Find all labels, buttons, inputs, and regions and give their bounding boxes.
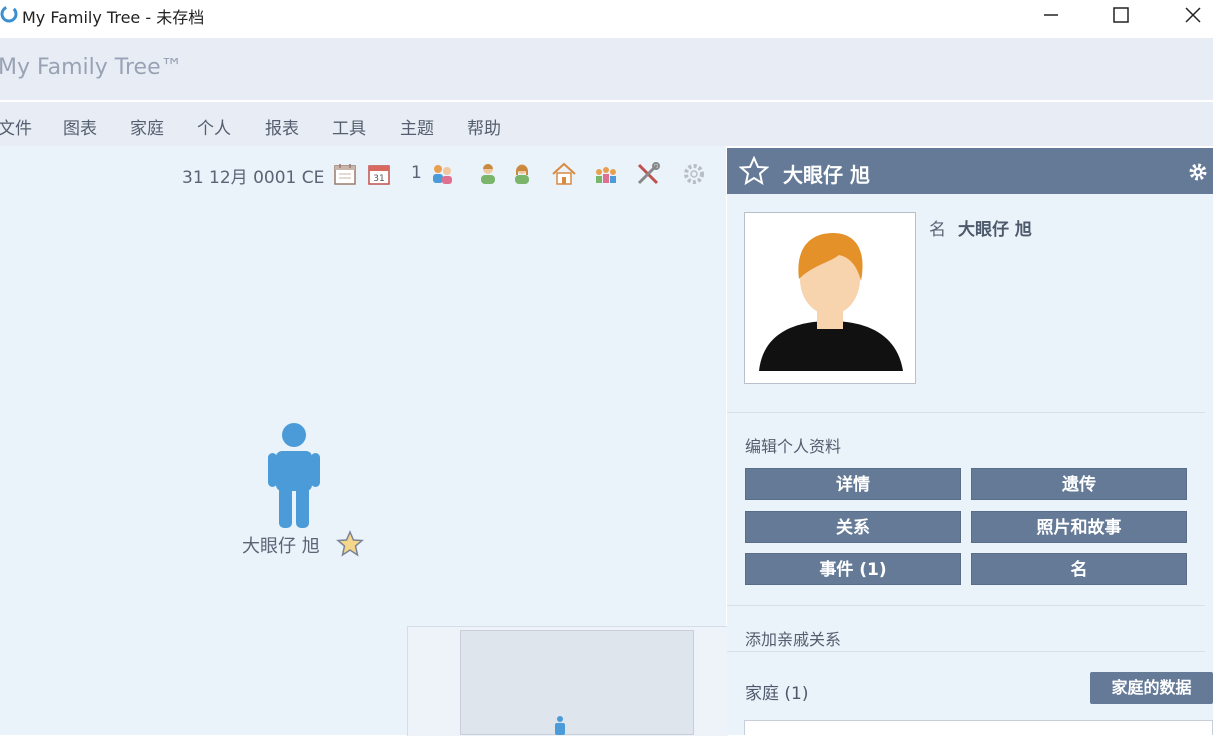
calendar-day-icon[interactable]: 31 [365,160,393,188]
menu-charts[interactable]: 图表 [63,114,97,139]
add-female-icon[interactable] [508,160,536,188]
menu-family[interactable]: 家庭 [130,114,164,139]
close-icon [1185,7,1201,23]
close-button[interactable] [1170,0,1213,30]
brand-bar: My Family Tree™ [0,38,1213,100]
edit-profile-title: 编辑个人资料 [745,437,842,456]
minimize-button[interactable] [1028,0,1074,30]
favorite-star-icon[interactable] [739,156,769,186]
name-field-value: 大眼仔 旭 [958,220,1032,240]
calendar-icon[interactable] [331,160,359,188]
relations-button[interactable]: 关系 [745,511,961,543]
menu-tools[interactable]: 工具 [332,114,366,139]
current-date: 31 12月 0001 CE [182,168,325,188]
add-male-icon[interactable] [474,160,502,188]
family-list[interactable] [744,720,1213,735]
photos-stories-button[interactable]: 照片和故事 [971,511,1187,543]
maximize-icon [1113,7,1129,23]
maximize-button[interactable] [1098,0,1144,30]
tree-person-name[interactable]: 大眼仔 旭 [242,532,320,558]
menu-person[interactable]: 个人 [197,114,231,139]
app-brand: My Family Tree™ [0,55,183,80]
panel-header: 大眼仔 旭 [727,148,1213,194]
name-field-label: 名 [929,220,946,240]
minimap-viewport[interactable] [460,630,694,735]
panel-gear-icon[interactable] [1187,161,1209,183]
events-button[interactable]: 事件 (1) [745,553,961,585]
profile-photo[interactable] [744,212,916,384]
panel-person-name: 大眼仔 旭 [783,163,870,187]
home-icon[interactable] [550,160,578,188]
star-icon[interactable] [336,530,364,558]
avatar-icon [753,221,907,375]
person-figure-icon[interactable] [266,422,322,530]
minimap-person-icon [555,716,565,735]
divider [727,651,1205,652]
menu-reports[interactable]: 报表 [265,114,299,139]
genetics-button[interactable]: 遗传 [971,468,1187,500]
window-title: My Family Tree - 未存档 [22,8,205,27]
minimize-icon [1044,14,1058,16]
settings-icon[interactable] [680,160,708,188]
names-button[interactable]: 名 [971,553,1187,585]
family-count-label: 家庭 (1) [745,684,809,704]
details-button[interactable]: 详情 [745,468,961,500]
menu-bar: 文件 图表 家庭 个人 报表 工具 主题 帮助 [0,102,1213,146]
menu-help[interactable]: 帮助 [467,114,501,139]
people-count-icon[interactable] [428,160,456,188]
people-count: 1 [411,163,422,183]
divider [727,605,1205,606]
calendar-day-number: 31 [373,174,384,184]
divider [727,412,1205,413]
menu-themes[interactable]: 主题 [400,114,434,139]
add-relatives-title: 添加亲戚关系 [745,630,842,649]
tools-icon[interactable] [634,160,662,188]
family-icon[interactable] [592,160,620,188]
app-logo-icon [0,5,18,23]
title-bar: My Family Tree - 未存档 [0,0,1213,30]
family-data-button[interactable]: 家庭的数据 [1090,672,1213,704]
menu-file[interactable]: 文件 [0,114,32,139]
